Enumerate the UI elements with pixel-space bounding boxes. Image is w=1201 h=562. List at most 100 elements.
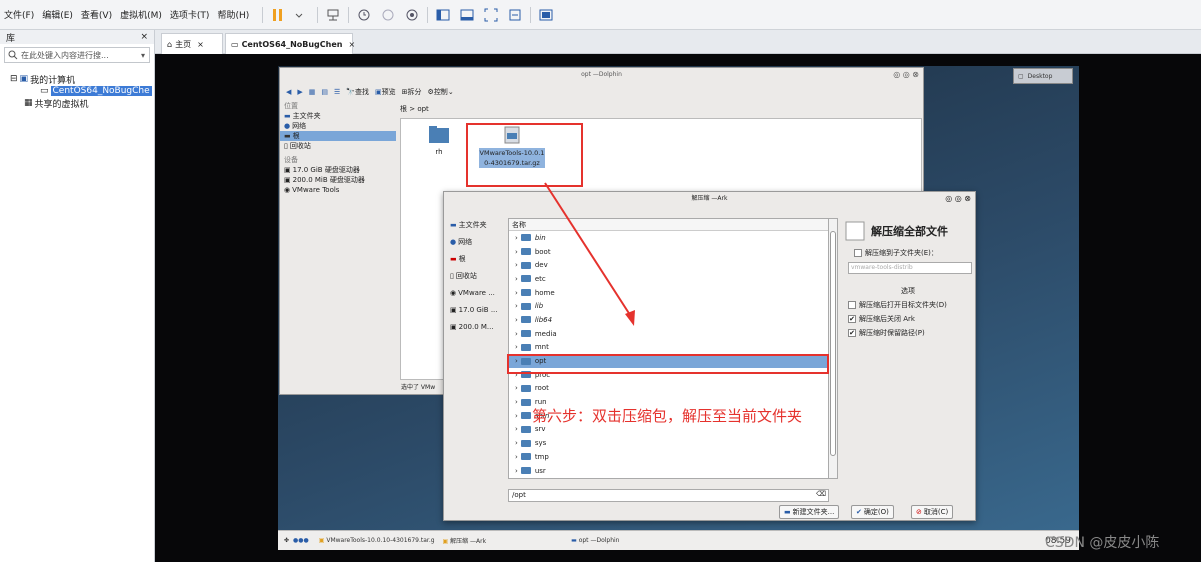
open-after-checkbox[interactable]: 解压缩后打开目标文件夹(D) xyxy=(848,300,972,310)
subfolder-input[interactable]: vmware-tools-distrib xyxy=(848,262,972,274)
expand-icon[interactable]: › xyxy=(515,261,518,269)
place-trash[interactable]: ▯ 回收站 xyxy=(280,141,396,151)
tree-shared-vms[interactable]: ▦ 共享的虚拟机 xyxy=(0,97,154,110)
scrollbar[interactable] xyxy=(828,218,838,479)
folder-row[interactable]: › sys xyxy=(509,436,828,450)
activities-icon[interactable]: ●●● xyxy=(293,537,309,544)
expand-icon[interactable]: › xyxy=(515,412,518,420)
control-button[interactable]: ⚙控制⌄ xyxy=(428,87,454,97)
tree-vm-item[interactable]: ▭ CentOS64_NoBugChe xyxy=(0,85,154,97)
split-button[interactable]: ⊞拆分 xyxy=(402,87,422,97)
task-item[interactable]: ▬ opt —Dolphin xyxy=(571,537,619,544)
task-item[interactable]: ▣ 解压缩 —Ark xyxy=(443,536,487,545)
close-ark-checkbox[interactable]: ✔ 解压缩后关闭 Ark xyxy=(848,314,972,324)
new-folder-button[interactable]: ▬ 新建文件夹... xyxy=(779,505,840,519)
ark-place[interactable]: ▬ 根 xyxy=(450,250,512,267)
checkbox-checked[interactable]: ✔ xyxy=(848,315,856,323)
close-icon[interactable]: × xyxy=(140,32,148,42)
subfolder-checkbox[interactable]: 解压缩到子文件夹(E)： xyxy=(854,248,972,258)
place-root[interactable]: ▬ 根 xyxy=(280,131,396,141)
breadcrumb[interactable]: 根 > opt xyxy=(400,104,429,114)
file-item-rh[interactable]: rh xyxy=(427,125,451,156)
cancel-button[interactable]: ⊘ 取消(C) xyxy=(911,505,954,519)
icon-view-icon[interactable]: ▦ xyxy=(309,88,316,96)
expand-icon[interactable]: › xyxy=(515,289,518,297)
expand-icon[interactable]: › xyxy=(515,343,518,351)
tab-vm[interactable]: ▭ CentOS64_NoBugChen × xyxy=(225,33,355,54)
menu-vm[interactable]: 虚拟机(M) xyxy=(116,8,166,21)
tab-home[interactable]: ⌂ 主页 × xyxy=(161,33,223,54)
start-menu-icon[interactable]: ✤ xyxy=(284,537,289,544)
chevron-down-icon[interactable]: ▾ xyxy=(141,51,145,60)
ok-button[interactable]: ✔ 确定(O) xyxy=(851,505,894,519)
ark-place[interactable]: ▣ 17.0 GiB ... xyxy=(450,301,512,318)
menu-edit[interactable]: 编辑(E) xyxy=(38,8,77,21)
place-network[interactable]: ● 网络 xyxy=(280,121,396,131)
pause-icon[interactable] xyxy=(270,7,286,23)
folder-row[interactable]: › tmp xyxy=(509,450,828,464)
expand-icon[interactable]: › xyxy=(515,302,518,310)
detail-view-icon[interactable]: ☰ xyxy=(334,88,340,96)
expand-icon[interactable]: › xyxy=(515,275,518,283)
close-icon[interactable]: × xyxy=(348,40,355,49)
expand-icon[interactable]: › xyxy=(515,453,518,461)
menu-file[interactable]: 文件(F) xyxy=(0,8,38,21)
folder-row[interactable]: › mnt xyxy=(509,341,828,355)
device-label: 200.0 MiB 硬盘驱动器 xyxy=(292,176,365,184)
forward-icon[interactable]: ▶ xyxy=(297,88,302,96)
console-view-icon[interactable] xyxy=(538,7,554,23)
ark-place[interactable]: ▣ 200.0 M... xyxy=(450,318,512,335)
compact-view-icon[interactable]: ▤ xyxy=(321,88,328,96)
expand-icon[interactable]: › xyxy=(515,467,518,475)
folder-row[interactable]: › root xyxy=(509,382,828,396)
snapshot-icon[interactable] xyxy=(356,7,372,23)
close-icon[interactable]: × xyxy=(197,40,204,49)
expand-icon[interactable]: › xyxy=(515,330,518,338)
expand-icon[interactable]: › xyxy=(515,248,518,256)
task-item[interactable]: ▣ VMwareTools-10.0.10-4301679.tar.g xyxy=(319,537,435,544)
snapshot-restore-icon[interactable] xyxy=(380,7,396,23)
place-home[interactable]: ▬ 主文件夹 xyxy=(280,111,396,121)
expand-icon[interactable]: › xyxy=(515,316,518,324)
ark-place[interactable]: ▯ 回收站 xyxy=(450,267,512,284)
snapshot-manager-icon[interactable] xyxy=(404,7,420,23)
menu-view[interactable]: 查看(V) xyxy=(77,8,116,21)
folder-row[interactable]: › usr xyxy=(509,464,828,478)
collapse-icon[interactable]: ⊟ xyxy=(10,74,18,84)
checkbox-checked[interactable]: ✔ xyxy=(848,329,856,337)
clear-icon[interactable]: ⌫ xyxy=(816,490,826,498)
sidebar-toggle-icon[interactable] xyxy=(435,7,451,23)
preview-button[interactable]: ▣预览 xyxy=(375,87,396,97)
ark-place[interactable]: ▬ 主文件夹 xyxy=(450,216,512,233)
device-vmware-tools[interactable]: ◉ VMware Tools xyxy=(280,185,396,195)
tree-my-computer[interactable]: ⊟ ▣ 我的计算机 xyxy=(0,73,154,86)
expand-icon[interactable]: › xyxy=(515,425,518,433)
find-button[interactable]: 🔭查找 xyxy=(346,87,369,97)
network-icon[interactable] xyxy=(325,7,341,23)
menu-tabs[interactable]: 选项卡(T) xyxy=(166,8,214,21)
keep-paths-checkbox[interactable]: ✔ 解压缩时保留路径(P) xyxy=(848,328,972,338)
expand-icon[interactable]: › xyxy=(515,439,518,447)
window-controls[interactable]: ◎ ◎ ⊗ xyxy=(945,192,971,206)
root-folder-icon: ▬ xyxy=(284,132,291,140)
expand-icon[interactable]: › xyxy=(515,398,518,406)
ark-place[interactable]: ● 网络 xyxy=(450,233,512,250)
checkbox[interactable] xyxy=(854,249,862,257)
expand-icon[interactable]: › xyxy=(515,234,518,242)
checkbox[interactable] xyxy=(848,301,856,309)
library-search-input[interactable]: 在此处键入内容进行搜... ▾ xyxy=(4,47,150,63)
device-disk-200[interactable]: ▣ 200.0 MiB 硬盘驱动器 xyxy=(280,175,396,185)
window-controls[interactable]: ◎ ◎ ⊗ xyxy=(893,68,919,82)
device-disk-17[interactable]: ▣ 17.0 GiB 硬盘驱动器 xyxy=(280,165,396,175)
thumbnail-bar-icon[interactable] xyxy=(459,7,475,23)
ark-place[interactable]: ◉ VMware ... xyxy=(450,284,512,301)
expand-icon[interactable]: › xyxy=(515,384,518,392)
desktop-widget[interactable]: ▢ Desktop xyxy=(1013,68,1073,84)
path-input[interactable]: /opt xyxy=(508,489,829,502)
chevron-down-icon[interactable] xyxy=(294,7,310,23)
fullscreen-icon[interactable] xyxy=(483,7,499,23)
unity-icon[interactable] xyxy=(507,7,523,23)
back-icon[interactable]: ◀ xyxy=(286,88,291,96)
menu-help[interactable]: 帮助(H) xyxy=(213,8,253,21)
scrollbar-thumb[interactable] xyxy=(830,231,836,456)
